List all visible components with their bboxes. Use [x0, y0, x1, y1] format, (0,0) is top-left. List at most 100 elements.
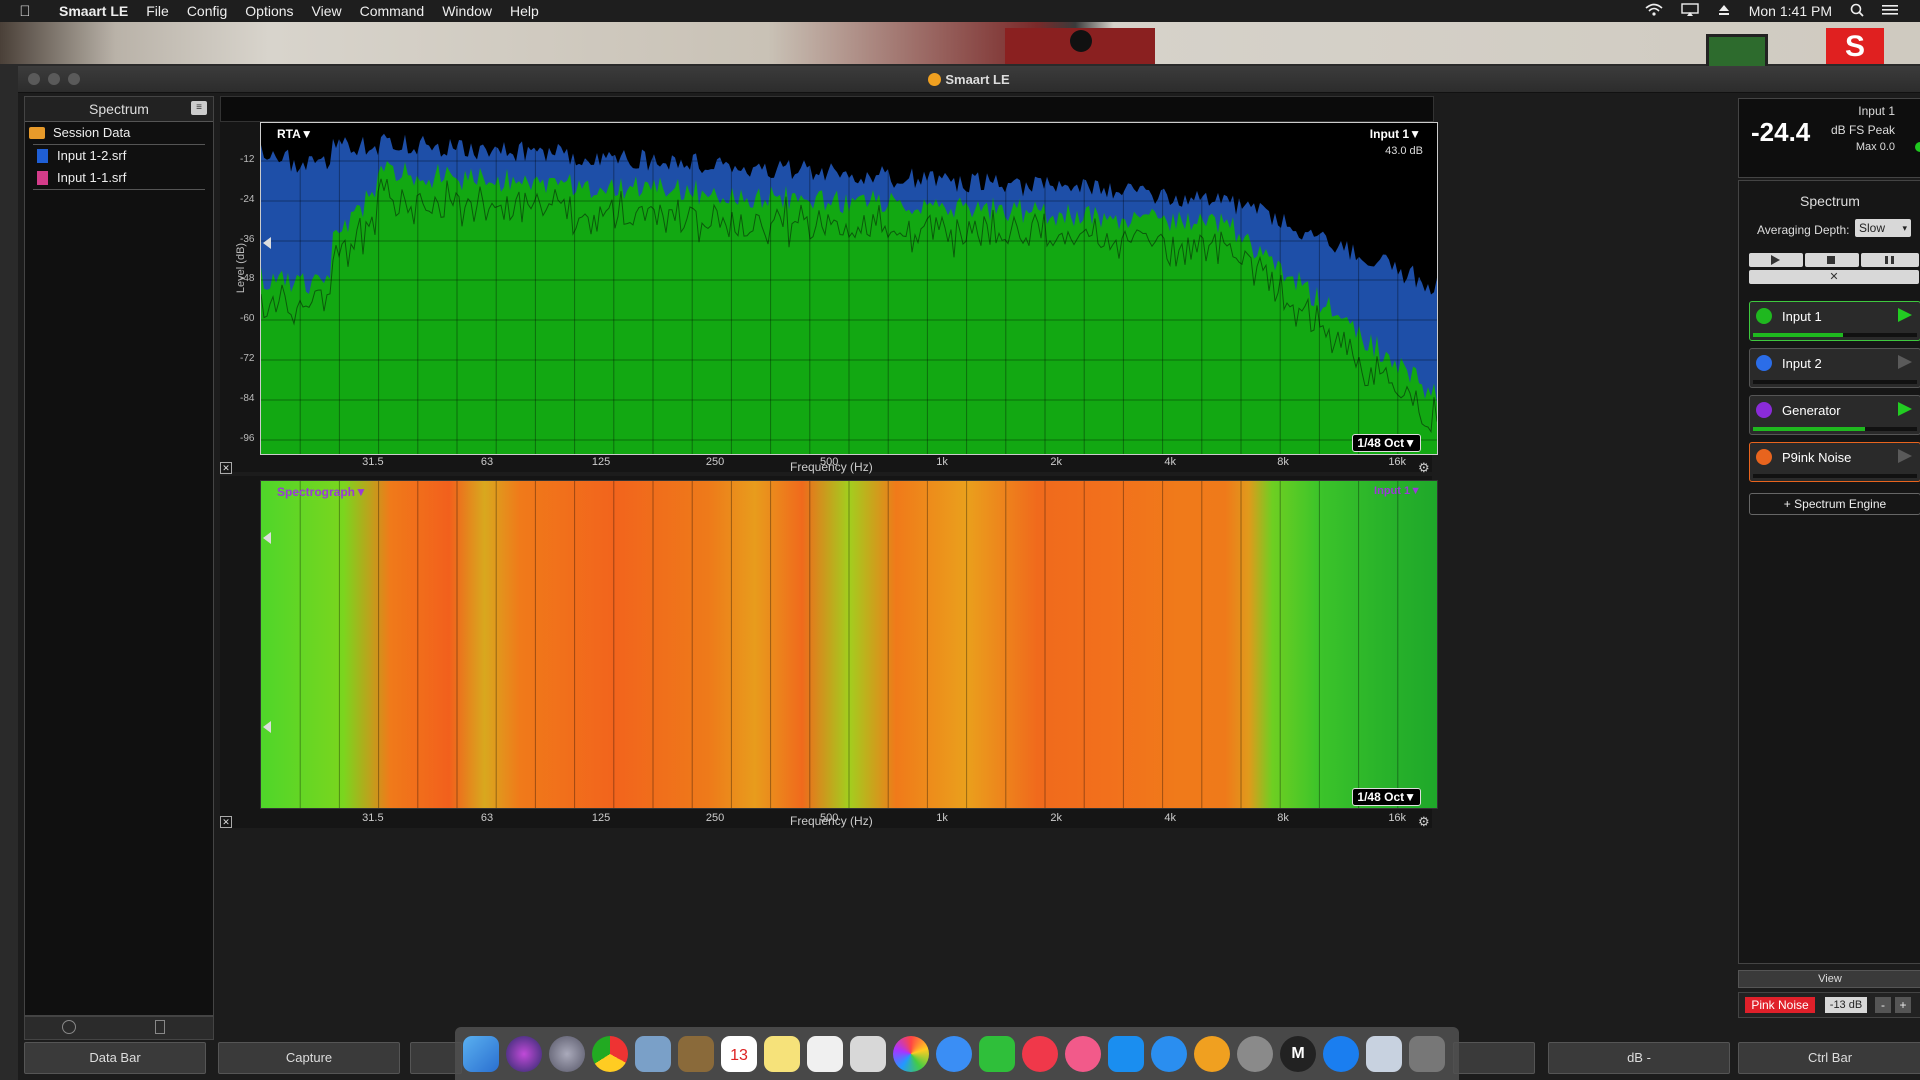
menu-app-name[interactable]: Smaart LE	[50, 3, 137, 19]
rta-plot-area[interactable]: RTA▼ Input 1▼ 43.0 dB 1/48 Oct▼	[260, 122, 1438, 455]
menu-view[interactable]: View	[303, 3, 351, 19]
rta-settings-gear-icon[interactable]: ⚙	[1418, 460, 1430, 476]
spectrograph-input-dropdown[interactable]: Input 1▼	[1374, 485, 1421, 497]
rta-x-axis-label: Frequency (Hz)	[790, 460, 873, 474]
news-icon[interactable]	[1022, 1035, 1058, 1072]
spectrograph-mode-dropdown[interactable]: Spectrograph▼	[277, 485, 367, 499]
data-bar-button[interactable]: Data Bar	[24, 1042, 206, 1074]
wrench-icon: ✕	[1829, 271, 1839, 283]
rta-close-pane-icon[interactable]: ✕	[220, 462, 232, 474]
reminders-icon[interactable]	[807, 1035, 843, 1072]
rta-mode-dropdown[interactable]: RTA▼	[277, 127, 313, 141]
meter-unit-select[interactable]: dB FS Peak	[1831, 123, 1895, 137]
notification-list-icon[interactable]	[1882, 3, 1898, 20]
menu-options[interactable]: Options	[236, 3, 302, 19]
screenshot-icon[interactable]	[1366, 1035, 1402, 1072]
engine-play-icon[interactable]	[1898, 402, 1912, 416]
y-tick-label: -36	[240, 234, 255, 245]
panel-menu-icon[interactable]: ≡	[191, 101, 207, 115]
spectrograph-frame: Spectrograph▼ Input 1▼ 1/48 Oct▼ 31.5 63 1…	[220, 476, 1438, 830]
menu-file[interactable]: File	[137, 3, 178, 19]
launchpad-icon[interactable]	[549, 1035, 585, 1072]
x-tick-label: 1k	[936, 456, 948, 468]
music-icon[interactable]	[1065, 1035, 1101, 1072]
y-tick-label: -84	[240, 393, 255, 404]
facetime-icon[interactable]	[979, 1035, 1015, 1072]
menu-command[interactable]: Command	[351, 3, 434, 19]
app-store-icon[interactable]	[1108, 1035, 1144, 1072]
play-button[interactable]	[1749, 253, 1803, 267]
clock[interactable]: Mon 1:41 PM	[1749, 3, 1832, 19]
system-preferences-icon[interactable]	[1237, 1035, 1273, 1072]
add-spectrum-engine-button[interactable]: + Spectrum Engine	[1749, 493, 1920, 515]
capture-button[interactable]: Capture	[218, 1042, 400, 1074]
tools-button[interactable]: ✕	[1749, 270, 1919, 284]
spectrograph-octave-dropdown[interactable]: 1/48 Oct▼	[1352, 788, 1421, 806]
maps-icon[interactable]	[850, 1035, 886, 1072]
finder-icon[interactable]	[463, 1035, 499, 1072]
chrome-icon[interactable]	[592, 1035, 628, 1072]
trash-dock-icon[interactable]	[1409, 1035, 1445, 1072]
pink-noise-button[interactable]: Pink Noise	[1745, 997, 1815, 1013]
engine-level-bar	[1753, 333, 1917, 337]
averaging-select[interactable]: Slow ▾	[1855, 219, 1911, 237]
toolbar-button-hidden-right[interactable]	[1453, 1042, 1535, 1074]
trash-icon[interactable]	[155, 1020, 165, 1034]
level-plus-button[interactable]: +	[1895, 997, 1911, 1013]
rta-input-dropdown[interactable]: Input 1▼	[1370, 127, 1421, 141]
db-minus-button[interactable]: dB -	[1548, 1042, 1730, 1074]
engine-input-2[interactable]: Input 2	[1749, 348, 1920, 388]
m-app-icon[interactable]: M	[1280, 1035, 1316, 1072]
upper-threshold-handle[interactable]	[263, 532, 271, 544]
generator-level-field[interactable]: -13 dB	[1825, 997, 1867, 1013]
y-tick-label: -12	[240, 154, 255, 165]
meter-input-select[interactable]: Input 1	[1858, 104, 1895, 118]
x-tick-label: 125	[591, 456, 611, 468]
messages-icon[interactable]	[936, 1035, 972, 1072]
smaart-le-dock-icon[interactable]	[1194, 1035, 1230, 1072]
pause-icon	[1885, 256, 1888, 264]
rta-octave-dropdown[interactable]: 1/48 Oct▼	[1352, 434, 1421, 452]
rta-spectrum-graph	[261, 123, 1437, 454]
calendar-icon[interactable]: 13	[721, 1035, 757, 1072]
engine-input-1[interactable]: Input 1	[1749, 301, 1920, 341]
spectrograph-plot-area[interactable]: Spectrograph▼ Input 1▼ 1/48 Oct▼	[260, 480, 1438, 809]
stop-button[interactable]	[1805, 253, 1859, 267]
siri-icon[interactable]	[506, 1035, 542, 1072]
file-item-input-1-2[interactable]: Input 1-2.srf	[33, 144, 205, 167]
folder-session-data[interactable]: Session Data	[25, 122, 213, 144]
notefile-icon[interactable]	[678, 1035, 714, 1072]
pause-button[interactable]	[1861, 253, 1919, 267]
menu-config[interactable]: Config	[178, 3, 236, 19]
wifi-icon[interactable]	[1645, 3, 1663, 20]
engine-play-icon[interactable]	[1898, 308, 1912, 322]
engine-generator[interactable]: Generator	[1749, 395, 1920, 435]
data-bar-footer	[24, 1016, 214, 1040]
info-icon[interactable]	[62, 1020, 76, 1034]
menu-help[interactable]: Help	[501, 3, 548, 19]
window-title: Smaart LE	[18, 72, 1920, 87]
engine-play-icon[interactable]	[1898, 449, 1912, 463]
photos-icon[interactable]	[893, 1035, 929, 1072]
lower-threshold-handle[interactable]	[263, 721, 271, 733]
ctrl-bar-button[interactable]: Ctrl Bar	[1738, 1042, 1920, 1074]
level-minus-button[interactable]: -	[1875, 997, 1891, 1013]
eject-icon[interactable]	[1717, 3, 1731, 20]
level-marker-handle[interactable]	[263, 237, 271, 249]
notes-icon[interactable]	[764, 1035, 800, 1072]
safari-icon[interactable]	[1151, 1035, 1187, 1072]
engine-pink-noise[interactable]: P9ink Noise	[1749, 442, 1920, 482]
menu-window[interactable]: Window	[433, 3, 501, 19]
engine-play-icon[interactable]	[1898, 355, 1912, 369]
airplay-icon[interactable]	[1681, 2, 1699, 20]
wifi-app-icon[interactable]	[1323, 1035, 1359, 1072]
search-icon[interactable]	[1850, 3, 1864, 20]
preview-icon[interactable]	[635, 1035, 671, 1072]
folder-label: Session Data	[53, 125, 131, 140]
view-button[interactable]: View	[1738, 970, 1920, 988]
pause-icon-bar	[1891, 256, 1894, 264]
file-item-input-1-1[interactable]: Input 1-1.srf	[33, 167, 205, 190]
apple-menu-icon[interactable]: 	[0, 3, 50, 20]
spectrograph-settings-gear-icon[interactable]: ⚙	[1418, 814, 1430, 830]
spectrograph-close-pane-icon[interactable]: ✕	[220, 816, 232, 828]
